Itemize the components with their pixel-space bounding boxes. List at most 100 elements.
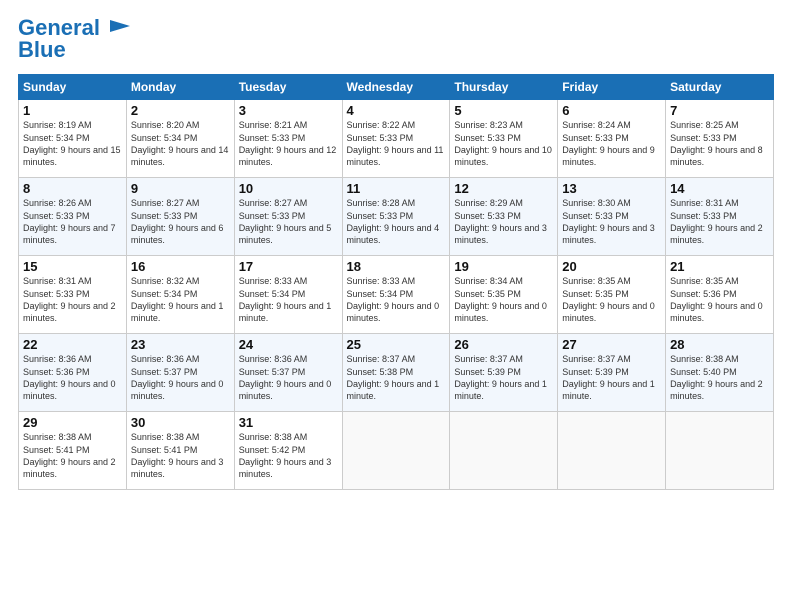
- calendar-cell: 20 Sunrise: 8:35 AM Sunset: 5:35 PM Dayl…: [558, 256, 666, 334]
- cell-info: Sunrise: 8:31 AM Sunset: 5:33 PM Dayligh…: [23, 275, 122, 324]
- calendar-cell: 30 Sunrise: 8:38 AM Sunset: 5:41 PM Dayl…: [126, 412, 234, 490]
- cell-info: Sunrise: 8:37 AM Sunset: 5:39 PM Dayligh…: [454, 353, 553, 402]
- calendar-cell: 4 Sunrise: 8:22 AM Sunset: 5:33 PM Dayli…: [342, 100, 450, 178]
- week-row-1: 1 Sunrise: 8:19 AM Sunset: 5:34 PM Dayli…: [19, 100, 774, 178]
- day-number: 23: [131, 337, 230, 352]
- week-row-3: 15 Sunrise: 8:31 AM Sunset: 5:33 PM Dayl…: [19, 256, 774, 334]
- week-row-4: 22 Sunrise: 8:36 AM Sunset: 5:36 PM Dayl…: [19, 334, 774, 412]
- page: General Blue SundayMondayTuesdayWednesda…: [0, 0, 792, 612]
- calendar-cell: 31 Sunrise: 8:38 AM Sunset: 5:42 PM Dayl…: [234, 412, 342, 490]
- cell-info: Sunrise: 8:33 AM Sunset: 5:34 PM Dayligh…: [347, 275, 446, 324]
- weekday-friday: Friday: [558, 75, 666, 100]
- calendar-cell: 9 Sunrise: 8:27 AM Sunset: 5:33 PM Dayli…: [126, 178, 234, 256]
- cell-info: Sunrise: 8:32 AM Sunset: 5:34 PM Dayligh…: [131, 275, 230, 324]
- calendar-cell: 17 Sunrise: 8:33 AM Sunset: 5:34 PM Dayl…: [234, 256, 342, 334]
- day-number: 20: [562, 259, 661, 274]
- calendar-cell: 18 Sunrise: 8:33 AM Sunset: 5:34 PM Dayl…: [342, 256, 450, 334]
- day-number: 5: [454, 103, 553, 118]
- day-number: 27: [562, 337, 661, 352]
- cell-info: Sunrise: 8:35 AM Sunset: 5:36 PM Dayligh…: [670, 275, 769, 324]
- cell-info: Sunrise: 8:35 AM Sunset: 5:35 PM Dayligh…: [562, 275, 661, 324]
- cell-info: Sunrise: 8:38 AM Sunset: 5:40 PM Dayligh…: [670, 353, 769, 402]
- cell-info: Sunrise: 8:38 AM Sunset: 5:42 PM Dayligh…: [239, 431, 338, 480]
- day-number: 13: [562, 181, 661, 196]
- calendar-cell: [450, 412, 558, 490]
- cell-info: Sunrise: 8:19 AM Sunset: 5:34 PM Dayligh…: [23, 119, 122, 168]
- calendar-cell: [342, 412, 450, 490]
- cell-info: Sunrise: 8:38 AM Sunset: 5:41 PM Dayligh…: [23, 431, 122, 480]
- calendar-cell: [558, 412, 666, 490]
- calendar-table: SundayMondayTuesdayWednesdayThursdayFrid…: [18, 74, 774, 490]
- calendar-cell: 10 Sunrise: 8:27 AM Sunset: 5:33 PM Dayl…: [234, 178, 342, 256]
- day-number: 16: [131, 259, 230, 274]
- weekday-monday: Monday: [126, 75, 234, 100]
- header: General Blue: [18, 16, 774, 62]
- day-number: 10: [239, 181, 338, 196]
- day-number: 11: [347, 181, 446, 196]
- calendar-cell: [666, 412, 774, 490]
- calendar-cell: 22 Sunrise: 8:36 AM Sunset: 5:36 PM Dayl…: [19, 334, 127, 412]
- day-number: 22: [23, 337, 122, 352]
- cell-info: Sunrise: 8:24 AM Sunset: 5:33 PM Dayligh…: [562, 119, 661, 168]
- cell-info: Sunrise: 8:37 AM Sunset: 5:38 PM Dayligh…: [347, 353, 446, 402]
- cell-info: Sunrise: 8:27 AM Sunset: 5:33 PM Dayligh…: [239, 197, 338, 246]
- day-number: 17: [239, 259, 338, 274]
- calendar-cell: 29 Sunrise: 8:38 AM Sunset: 5:41 PM Dayl…: [19, 412, 127, 490]
- day-number: 19: [454, 259, 553, 274]
- weekday-sunday: Sunday: [19, 75, 127, 100]
- day-number: 28: [670, 337, 769, 352]
- calendar-cell: 11 Sunrise: 8:28 AM Sunset: 5:33 PM Dayl…: [342, 178, 450, 256]
- weekday-wednesday: Wednesday: [342, 75, 450, 100]
- day-number: 1: [23, 103, 122, 118]
- weekday-tuesday: Tuesday: [234, 75, 342, 100]
- weekday-thursday: Thursday: [450, 75, 558, 100]
- calendar-cell: 8 Sunrise: 8:26 AM Sunset: 5:33 PM Dayli…: [19, 178, 127, 256]
- calendar-cell: 14 Sunrise: 8:31 AM Sunset: 5:33 PM Dayl…: [666, 178, 774, 256]
- day-number: 8: [23, 181, 122, 196]
- day-number: 12: [454, 181, 553, 196]
- cell-info: Sunrise: 8:29 AM Sunset: 5:33 PM Dayligh…: [454, 197, 553, 246]
- calendar-cell: 15 Sunrise: 8:31 AM Sunset: 5:33 PM Dayl…: [19, 256, 127, 334]
- week-row-5: 29 Sunrise: 8:38 AM Sunset: 5:41 PM Dayl…: [19, 412, 774, 490]
- calendar-cell: 6 Sunrise: 8:24 AM Sunset: 5:33 PM Dayli…: [558, 100, 666, 178]
- cell-info: Sunrise: 8:26 AM Sunset: 5:33 PM Dayligh…: [23, 197, 122, 246]
- calendar-cell: 21 Sunrise: 8:35 AM Sunset: 5:36 PM Dayl…: [666, 256, 774, 334]
- cell-info: Sunrise: 8:36 AM Sunset: 5:37 PM Dayligh…: [239, 353, 338, 402]
- day-number: 7: [670, 103, 769, 118]
- cell-info: Sunrise: 8:38 AM Sunset: 5:41 PM Dayligh…: [131, 431, 230, 480]
- day-number: 31: [239, 415, 338, 430]
- calendar-cell: 23 Sunrise: 8:36 AM Sunset: 5:37 PM Dayl…: [126, 334, 234, 412]
- cell-info: Sunrise: 8:36 AM Sunset: 5:36 PM Dayligh…: [23, 353, 122, 402]
- day-number: 9: [131, 181, 230, 196]
- logo: General Blue: [18, 16, 136, 62]
- day-number: 30: [131, 415, 230, 430]
- calendar-cell: 25 Sunrise: 8:37 AM Sunset: 5:38 PM Dayl…: [342, 334, 450, 412]
- calendar-cell: 3 Sunrise: 8:21 AM Sunset: 5:33 PM Dayli…: [234, 100, 342, 178]
- calendar-cell: 2 Sunrise: 8:20 AM Sunset: 5:34 PM Dayli…: [126, 100, 234, 178]
- logo-flag-icon: [108, 18, 134, 40]
- day-number: 24: [239, 337, 338, 352]
- day-number: 29: [23, 415, 122, 430]
- calendar-cell: 13 Sunrise: 8:30 AM Sunset: 5:33 PM Dayl…: [558, 178, 666, 256]
- cell-info: Sunrise: 8:34 AM Sunset: 5:35 PM Dayligh…: [454, 275, 553, 324]
- cell-info: Sunrise: 8:36 AM Sunset: 5:37 PM Dayligh…: [131, 353, 230, 402]
- cell-info: Sunrise: 8:22 AM Sunset: 5:33 PM Dayligh…: [347, 119, 446, 168]
- cell-info: Sunrise: 8:37 AM Sunset: 5:39 PM Dayligh…: [562, 353, 661, 402]
- cell-info: Sunrise: 8:25 AM Sunset: 5:33 PM Dayligh…: [670, 119, 769, 168]
- cell-info: Sunrise: 8:21 AM Sunset: 5:33 PM Dayligh…: [239, 119, 338, 168]
- calendar-cell: 7 Sunrise: 8:25 AM Sunset: 5:33 PM Dayli…: [666, 100, 774, 178]
- day-number: 18: [347, 259, 446, 274]
- logo-blue: Blue: [18, 38, 136, 62]
- day-number: 21: [670, 259, 769, 274]
- calendar-cell: 12 Sunrise: 8:29 AM Sunset: 5:33 PM Dayl…: [450, 178, 558, 256]
- weekday-saturday: Saturday: [666, 75, 774, 100]
- day-number: 2: [131, 103, 230, 118]
- day-number: 6: [562, 103, 661, 118]
- day-number: 26: [454, 337, 553, 352]
- day-number: 14: [670, 181, 769, 196]
- cell-info: Sunrise: 8:28 AM Sunset: 5:33 PM Dayligh…: [347, 197, 446, 246]
- cell-info: Sunrise: 8:30 AM Sunset: 5:33 PM Dayligh…: [562, 197, 661, 246]
- calendar-cell: 16 Sunrise: 8:32 AM Sunset: 5:34 PM Dayl…: [126, 256, 234, 334]
- day-number: 15: [23, 259, 122, 274]
- calendar-cell: 24 Sunrise: 8:36 AM Sunset: 5:37 PM Dayl…: [234, 334, 342, 412]
